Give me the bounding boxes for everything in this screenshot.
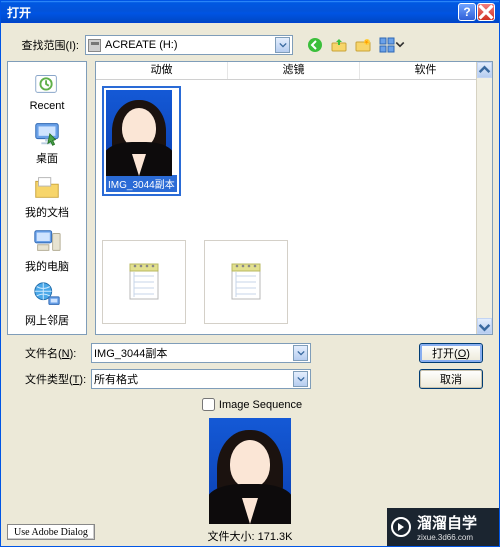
places-network-label: 网上邻居 bbox=[25, 312, 69, 328]
look-in-label: 查找范围(I): bbox=[9, 37, 85, 53]
col-1[interactable]: 动做 bbox=[96, 62, 228, 79]
up-one-level-icon[interactable] bbox=[331, 37, 347, 53]
back-icon[interactable] bbox=[307, 37, 323, 53]
file-item-selected[interactable]: IMG_3044副本 bbox=[102, 86, 181, 196]
view-menu-button[interactable] bbox=[379, 37, 405, 53]
network-icon bbox=[32, 280, 62, 310]
documents-icon bbox=[32, 172, 62, 202]
notepad-icon bbox=[229, 262, 263, 302]
new-folder-icon[interactable] bbox=[355, 37, 371, 53]
computer-icon bbox=[32, 226, 62, 256]
preview-thumbnail bbox=[209, 418, 291, 524]
open-file-dialog: 打开 ? 查找范围(I): ACREATE (H:) bbox=[0, 0, 500, 547]
titlebar[interactable]: 打开 ? bbox=[1, 1, 499, 23]
chevron-down-icon[interactable] bbox=[275, 37, 290, 53]
places-recent[interactable]: Recent bbox=[30, 68, 65, 112]
use-adobe-dialog-button[interactable]: Use Adobe Dialog bbox=[7, 524, 95, 540]
places-desktop[interactable]: 桌面 bbox=[32, 118, 62, 166]
desktop-icon bbox=[32, 118, 62, 148]
places-recent-label: Recent bbox=[30, 100, 65, 112]
places-bar: Recent 桌面 我的文档 我的电脑 网上邻居 bbox=[7, 61, 87, 335]
image-sequence-label: Image Sequence bbox=[219, 399, 302, 411]
file-size-text: 文件大小: 171.3K bbox=[208, 528, 293, 544]
file-name-value: IMG_3044副本 bbox=[94, 345, 167, 361]
scroll-up-button[interactable] bbox=[477, 62, 492, 78]
scrollbar-vertical[interactable] bbox=[476, 62, 492, 334]
file-name-combobox[interactable]: IMG_3044副本 bbox=[91, 343, 311, 363]
image-sequence-checkbox[interactable] bbox=[202, 398, 215, 411]
watermark: 溜溜自学 zixue.3d66.com bbox=[387, 508, 499, 546]
view-icon bbox=[379, 37, 395, 53]
look-in-combobox[interactable]: ACREATE (H:) bbox=[85, 35, 293, 55]
col-2[interactable]: 滤镜 bbox=[228, 62, 360, 79]
file-type-combobox[interactable]: 所有格式 bbox=[91, 369, 311, 389]
drive-icon bbox=[88, 39, 101, 52]
chevron-down-icon[interactable] bbox=[395, 37, 405, 53]
look-in-value: ACREATE (H:) bbox=[105, 39, 178, 51]
places-documents-label: 我的文档 bbox=[25, 204, 69, 220]
file-type-label: 文件类型(T): bbox=[11, 371, 87, 387]
cancel-button[interactable]: 取消 bbox=[419, 369, 483, 389]
notepad-icon bbox=[127, 262, 161, 302]
help-button[interactable]: ? bbox=[458, 3, 476, 21]
chevron-down-icon[interactable] bbox=[293, 345, 308, 361]
file-item-doc2[interactable] bbox=[204, 240, 288, 324]
file-item-label: IMG_3044副本 bbox=[106, 175, 177, 192]
column-headers: 动做 滤镜 软件 bbox=[96, 62, 492, 80]
close-button[interactable] bbox=[477, 3, 495, 21]
places-computer[interactable]: 我的电脑 bbox=[25, 226, 69, 274]
open-button[interactable]: 打开(O) bbox=[419, 343, 483, 363]
recent-icon bbox=[32, 68, 62, 98]
places-computer-label: 我的电脑 bbox=[25, 258, 69, 274]
file-type-value: 所有格式 bbox=[94, 371, 138, 387]
file-listing[interactable]: 动做 滤镜 软件 IMG_3044副本 bbox=[95, 61, 493, 335]
file-name-label: 文件名(N): bbox=[11, 345, 87, 361]
places-desktop-label: 桌面 bbox=[36, 150, 58, 166]
chevron-down-icon[interactable] bbox=[293, 371, 308, 387]
play-icon bbox=[391, 517, 411, 537]
window-title: 打开 bbox=[5, 4, 457, 21]
scroll-down-button[interactable] bbox=[477, 318, 492, 334]
places-documents[interactable]: 我的文档 bbox=[25, 172, 69, 220]
col-3[interactable]: 软件 bbox=[360, 62, 492, 79]
places-network[interactable]: 网上邻居 bbox=[25, 280, 69, 328]
image-thumbnail bbox=[106, 90, 172, 176]
file-item-doc1[interactable] bbox=[102, 240, 186, 324]
